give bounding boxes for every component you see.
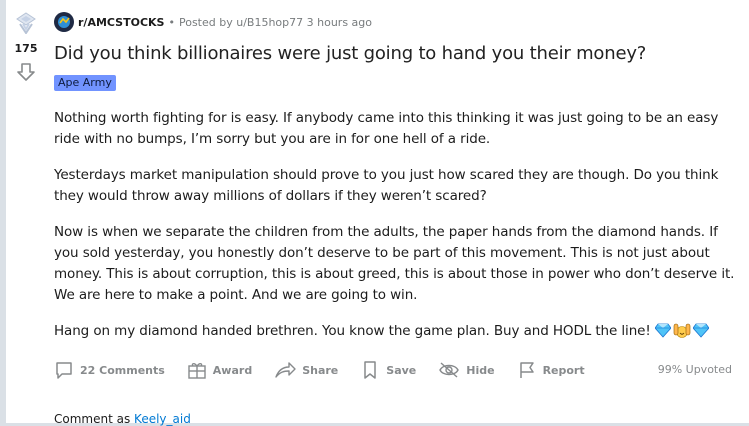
comments-label: 22 Comments xyxy=(80,363,165,377)
post-paragraph-last: Hang on my diamond handed brethren. You … xyxy=(54,321,744,342)
share-icon xyxy=(275,362,296,378)
post-meta: r/AMCSTOCKS • Posted by u/B15hop77 3 hou… xyxy=(54,12,372,32)
meta-separator: • xyxy=(168,15,175,29)
subreddit-name[interactable]: r/AMCSTOCKS xyxy=(78,16,164,29)
comment-as-user[interactable]: Keely_aid xyxy=(134,412,191,426)
save-label: Save xyxy=(386,363,417,377)
hide-button[interactable]: Hide xyxy=(438,360,495,380)
raising-hands-icon xyxy=(673,323,690,338)
post-body: Nothing worth fighting for is easy. If a… xyxy=(54,108,744,357)
post-paragraph: Now is when we separate the children fro… xyxy=(54,224,735,303)
eye-slash-icon xyxy=(439,362,460,378)
comments-button[interactable]: 22 Comments xyxy=(54,360,165,380)
share-button[interactable]: Share xyxy=(274,360,338,380)
gift-icon xyxy=(188,363,206,379)
post-flair[interactable]: Ape Army xyxy=(54,75,116,91)
vote-count: 175 xyxy=(14,42,38,55)
report-label: Report xyxy=(542,363,585,377)
gem-icon xyxy=(654,323,671,338)
gem-icon xyxy=(692,323,709,338)
comment-as: Comment as Keely_aid xyxy=(54,412,191,426)
flag-icon xyxy=(519,362,534,378)
report-button[interactable]: Report xyxy=(517,360,585,380)
comment-as-label: Comment as xyxy=(54,412,131,426)
award-button[interactable]: Award xyxy=(187,360,252,380)
vote-column: 175 xyxy=(6,0,46,423)
comment-icon xyxy=(56,362,72,379)
subreddit-icon[interactable] xyxy=(54,12,74,32)
post-title[interactable]: Did you think billionaires were just goi… xyxy=(54,42,744,66)
emoji-row xyxy=(654,323,709,339)
post-card: 175 r/AMCSTOCKS • Posted by u/B15hop77 3… xyxy=(6,0,749,426)
posted-by[interactable]: Posted by u/B15hop77 3 hours ago xyxy=(179,16,372,29)
save-button[interactable]: Save xyxy=(360,360,416,380)
upvote-ratio: 99% Upvoted xyxy=(657,363,732,376)
share-label: Share xyxy=(302,363,339,377)
upvote-award-icon[interactable] xyxy=(16,12,36,34)
post-paragraph-text: Hang on my diamond handed brethren. You … xyxy=(54,323,651,339)
action-bar: 22 Comments Award Share Save Hide Report xyxy=(54,358,744,382)
bookmark-icon xyxy=(364,361,377,379)
downvote-arrow-icon[interactable] xyxy=(16,62,36,82)
post-paragraph: Yesterdays market manipulation should pr… xyxy=(54,167,719,204)
hide-label: Hide xyxy=(466,363,495,377)
award-label: Award xyxy=(212,363,253,377)
post-paragraph: Nothing worth fighting for is easy. If a… xyxy=(54,110,719,147)
